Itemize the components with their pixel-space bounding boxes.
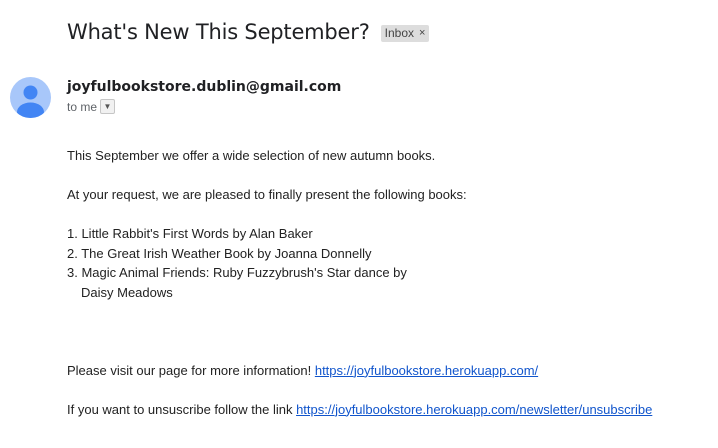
sender-avatar[interactable]: [10, 77, 51, 118]
remove-label-icon[interactable]: ×: [419, 27, 425, 39]
visit-paragraph: Please visit our page for more informati…: [67, 361, 652, 381]
book-list-item-continued: Daisy Meadows: [81, 284, 173, 300]
unsubscribe-text: If you want to unsuscribe follow the lin…: [67, 401, 297, 417]
email-subject: What's New This September?: [67, 20, 370, 44]
inbox-label[interactable]: Inbox ×: [380, 24, 430, 42]
caret-down-icon: ▼: [103, 101, 112, 111]
visit-text: Please visit our page for more informati…: [67, 362, 315, 378]
inbox-label-text: Inbox: [384, 25, 415, 40]
subject-row: What's New This September? Inbox ×: [67, 20, 430, 44]
book-list-item: 1. Little Rabbit's First Words by Alan B…: [67, 226, 313, 241]
sender-email[interactable]: joyfulbookstore.dublin@gmail.com: [67, 79, 341, 95]
book-list-item: 3. Magic Animal Friends: Ruby Fuzzybrush…: [67, 265, 407, 280]
unsubscribe-paragraph: If you want to unsuscribe follow the lin…: [67, 400, 652, 420]
unsubscribe-link[interactable]: https://joyfulbookstore.herokuapp.com/ne…: [296, 402, 652, 417]
website-link[interactable]: https://joyfulbookstore.herokuapp.com/: [315, 363, 538, 378]
person-icon: [17, 85, 44, 118]
recipient-label: to me: [67, 99, 98, 114]
book-list-item: 2. The Great Irish Weather Book by Joann…: [67, 245, 372, 261]
request-text: At your request, we are pleased to final…: [67, 187, 467, 202]
recipient-row: to me ▼: [67, 99, 116, 114]
email-body: This September we offer a wide selection…: [67, 146, 652, 419]
intro-text: This September we offer a wide selection…: [67, 148, 436, 163]
show-details-button[interactable]: ▼: [100, 99, 116, 114]
